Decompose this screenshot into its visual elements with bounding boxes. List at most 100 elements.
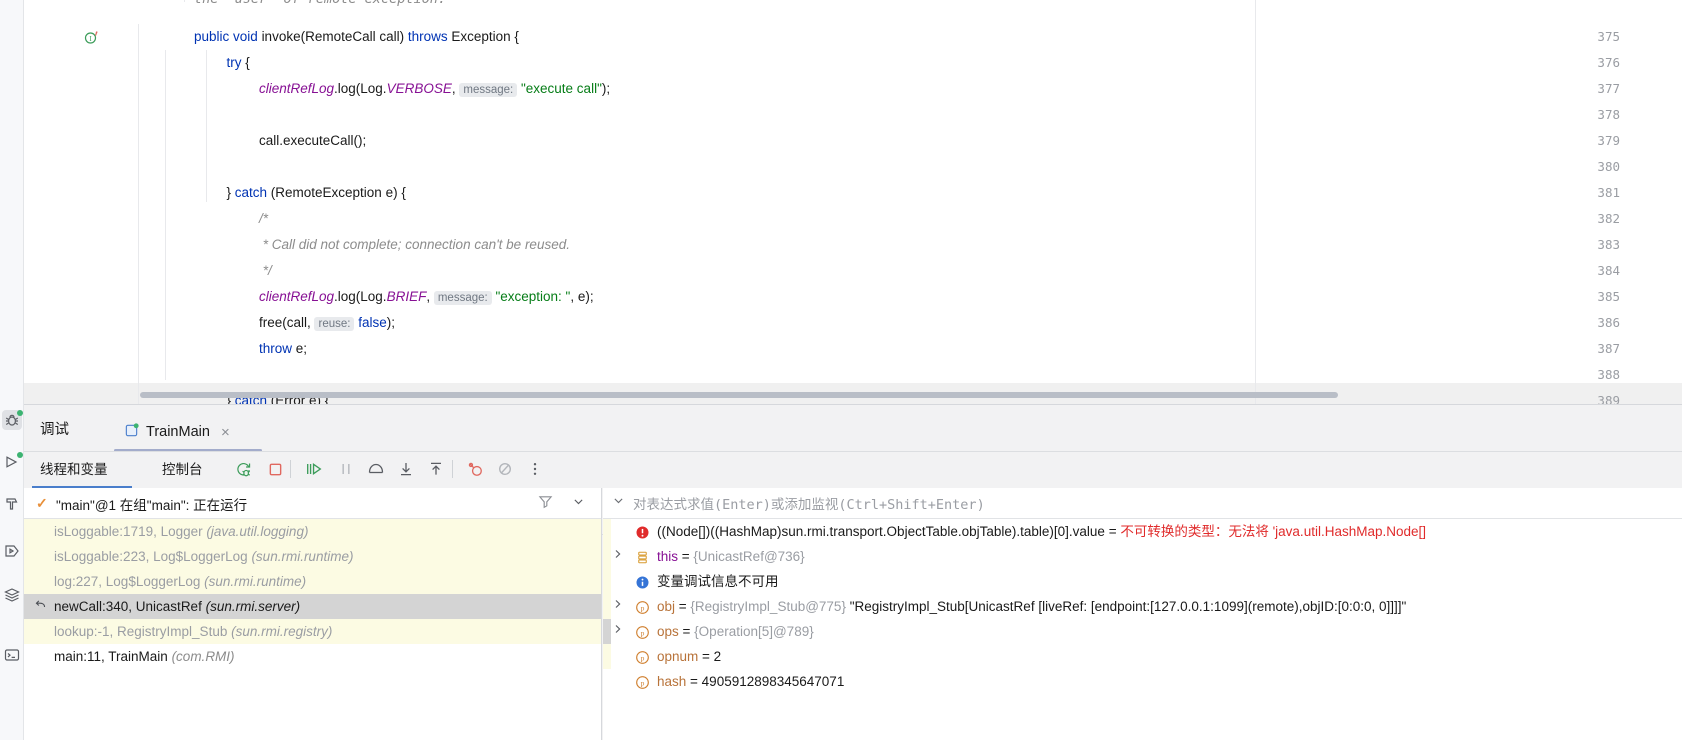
line-number: 375 (1597, 29, 1620, 44)
resume-program-button[interactable] (303, 458, 325, 480)
rerun-debug-button[interactable] (232, 458, 254, 480)
frame-row[interactable]: isLoggable:223, Log$LoggerLog (sun.rmi.r… (24, 544, 601, 569)
frame-package: (sun.rmi.runtime) (204, 574, 307, 589)
variable-row[interactable]: p ops = {Operation[5]@789} (603, 619, 1682, 644)
step-into-button[interactable] (395, 458, 417, 480)
svg-text:p: p (641, 653, 645, 662)
override-method-icon[interactable]: I (84, 29, 102, 45)
stop-button[interactable] (264, 458, 286, 480)
variable-row[interactable]: p hash = 4905912898345647071 (603, 669, 1682, 694)
code-token: VERBOSE (386, 81, 452, 96)
code-line[interactable]: throw e; (259, 336, 307, 362)
chevron-down-icon[interactable] (572, 495, 585, 511)
variable-label: opnum = 2 (657, 644, 721, 669)
mute-breakpoints-button[interactable] (494, 458, 516, 480)
thread-label: "main"@1 在组"main": 正在运行 (56, 498, 248, 513)
rail-item-terminal[interactable] (2, 645, 22, 665)
rail-item-debug[interactable] (2, 410, 23, 430)
editor-hscrollbar-thumb[interactable] (140, 392, 1338, 398)
code-token: * Call did not complete; connection can'… (258, 237, 570, 252)
code-line[interactable]: } catch (RemoteException e) { (226, 180, 405, 206)
activity-rail (0, 0, 24, 740)
view-breakpoints-button[interactable] (464, 458, 486, 480)
step-over-button[interactable] (365, 458, 387, 480)
step-out-button[interactable] (425, 458, 447, 480)
evaluate-expression-input[interactable]: 对表达式求值(Enter)或添加监视(Ctrl+Shift+Enter) (633, 493, 985, 513)
line-number: 388 (1597, 367, 1620, 382)
variable-row[interactable]: p obj = {RegistryImpl_Stub@775} "Registry… (603, 594, 1682, 619)
drop-frame-icon[interactable] (34, 594, 47, 619)
close-icon[interactable]: × (221, 424, 230, 441)
code-token: clientRefLog (258, 289, 335, 304)
rail-item-services[interactable] (2, 541, 22, 561)
frame-row[interactable]: log:227, Log$LoggerLog (sun.rmi.runtime) (24, 569, 601, 594)
line-number: 381 (1597, 185, 1620, 200)
line-number: 377 (1597, 81, 1620, 96)
variable-row[interactable]: this = {UnicastRef@736} (603, 544, 1682, 569)
variable-row[interactable]: p opnum = 2 (603, 644, 1682, 669)
filter-icon[interactable] (538, 494, 553, 512)
line-number: 379 (1597, 133, 1620, 148)
pane-edge-stripe (603, 594, 611, 619)
code-line[interactable]: free(call, reuse: false); (259, 310, 395, 336)
rail-item-build[interactable] (2, 494, 22, 514)
equals-sign: = (698, 649, 714, 664)
code-token: public (194, 29, 234, 44)
line-number: 378 (1597, 107, 1620, 122)
tab-console[interactable]: 控制台 (162, 458, 203, 478)
code-line[interactable]: * Call did not complete; connection can'… (259, 232, 570, 258)
equals-sign: = (675, 599, 691, 614)
frame-row[interactable]: isLoggable:1719, Logger (java.util.loggi… (24, 519, 601, 544)
code-token: , (426, 289, 434, 304)
code-token: e; (291, 341, 307, 356)
code-token: catch (234, 185, 271, 200)
editor-gutter[interactable] (24, 0, 132, 404)
frame-label: isLoggable:1719, Logger (54, 524, 207, 539)
chevron-right-icon[interactable] (613, 594, 623, 619)
variable-label: 变量调试信息不可用 (657, 569, 779, 594)
svg-text:p: p (641, 628, 645, 637)
more-options-button[interactable] (524, 458, 546, 480)
chevron-right-icon[interactable] (613, 544, 623, 569)
frame-label: isLoggable:223, Log$LoggerLog (54, 549, 252, 564)
pane-edge-stripe (603, 544, 611, 569)
frame-row[interactable]: lookup:-1, RegistryImpl_Stub (sun.rmi.re… (24, 619, 601, 644)
rail-item-run[interactable] (2, 452, 23, 472)
rail-item-structure[interactable] (2, 585, 22, 605)
variable-name: obj (657, 599, 676, 614)
evaluate-expression-bar[interactable]: 对表达式求值(Enter)或添加监视(Ctrl+Shift+Enter) (603, 488, 1682, 519)
run-tab-trainmain[interactable]: TrainMain × (114, 413, 240, 451)
status-dot (17, 452, 23, 458)
tab-threads-and-variables[interactable]: 线程和变量 (40, 458, 108, 478)
code-line[interactable]: clientRefLog.log(Log.BRIEF, message: "ex… (259, 284, 594, 310)
thread-selector[interactable]: ✓ "main"@1 在组"main": 正在运行 (24, 488, 601, 519)
code-line[interactable]: clientRefLog.log(Log.VERBOSE, message: "… (259, 76, 610, 102)
chevron-right-icon[interactable] (613, 619, 623, 644)
frame-row[interactable]: main:11, TrainMain (com.RMI) (24, 644, 601, 669)
code-line[interactable]: /* (259, 206, 268, 232)
editor-hscrollbar-track[interactable] (132, 392, 1682, 398)
code-token: .log(Log. (334, 289, 387, 304)
toolbar-divider (452, 460, 453, 478)
variable-row[interactable]: 变量调试信息不可用 (603, 569, 1682, 594)
pause-program-button[interactable] (335, 458, 357, 480)
frame-package: (sun.rmi.server) (205, 599, 301, 614)
code-token: invoke(RemoteCall call) (261, 29, 408, 44)
code-line[interactable]: public void invoke(RemoteCall call) thro… (194, 24, 519, 50)
param-icon: p (635, 623, 651, 639)
code-token: "exception: " (495, 289, 571, 304)
error-icon (635, 523, 651, 539)
variable-label: obj = {RegistryImpl_Stub@775} "RegistryI… (657, 594, 1406, 619)
indent-guide (138, 24, 139, 404)
code-token: .log(Log. (334, 81, 387, 96)
code-line[interactable]: */ (259, 258, 272, 284)
code-editor[interactable]: the "user" of remote exception. 375 I 376 3… (24, 0, 1682, 404)
code-line[interactable]: try { (226, 50, 249, 76)
variable-value: 2 (713, 649, 722, 664)
code-line[interactable]: call.executeCall(); (259, 128, 366, 154)
frame-row[interactable]: newCall:340, UnicastRef (sun.rmi.server) (24, 594, 601, 619)
line-number: 380 (1597, 159, 1620, 174)
chevron-down-icon[interactable] (612, 494, 625, 510)
code-token: (RemoteException e) { (270, 185, 406, 200)
variable-row[interactable]: ((Node[])((HashMap)sun.rmi.transport.Obj… (603, 519, 1682, 544)
